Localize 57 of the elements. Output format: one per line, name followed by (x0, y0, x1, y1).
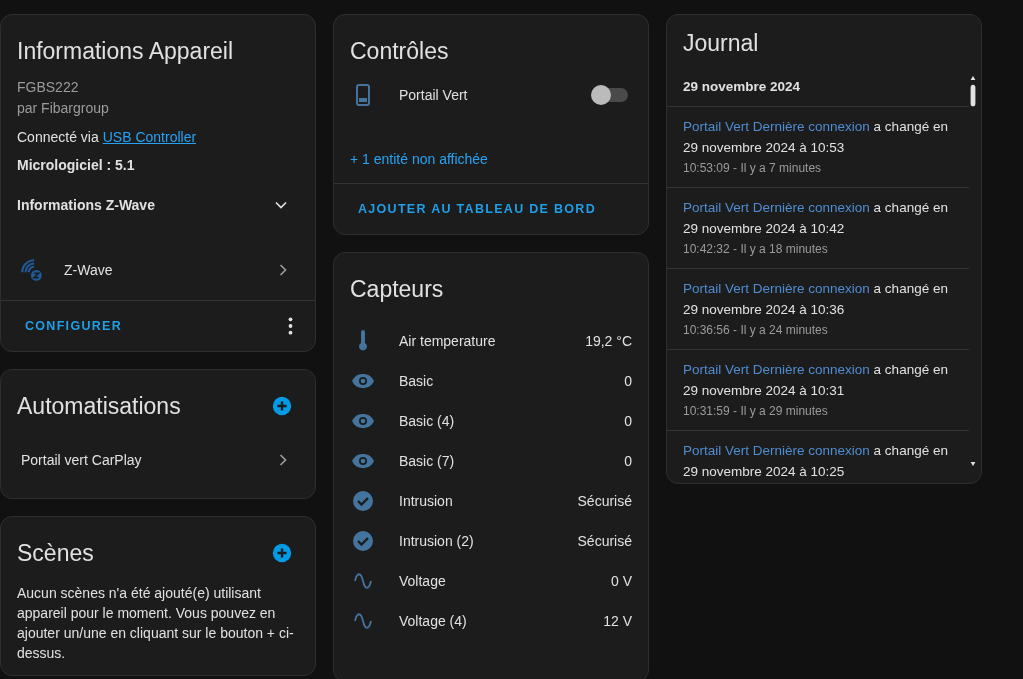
sensor-value: 19,2 °C (585, 333, 632, 349)
check-circle-icon (351, 489, 375, 513)
integration-item[interactable]: Z-Wave (1, 217, 315, 300)
card-title: Scènes (17, 539, 94, 568)
configure-button[interactable]: CONFIGURER (17, 311, 131, 341)
manufacturer-text: par Fibargroup (17, 99, 110, 118)
controller-link[interactable]: USB Controller (102, 129, 197, 145)
sensor-name: Basic (7) (399, 453, 456, 469)
sensor-value: 0 (624, 373, 632, 389)
entity-name: Portail Vert (399, 87, 469, 103)
dots-icon (288, 317, 293, 335)
journal-entry-text: Portail Vert Dernière connexion a changé en 29 novembre 2024 à 10:36 (683, 280, 949, 319)
entity-link[interactable]: Portail Vert Dernière connexion (683, 281, 870, 296)
sensor-name: Intrusion (2) (399, 533, 475, 549)
add-to-dashboard-button[interactable]: AJOUTER AU TABLEAU DE BORD (350, 194, 604, 224)
card-title: Informations Appareil (17, 37, 234, 66)
sensor-value: 0 (624, 453, 632, 469)
sensor-name: Voltage (399, 573, 447, 589)
date-header: 29 novembre 2024 (667, 69, 969, 107)
automation-item[interactable]: Portail vert CarPlay (1, 450, 315, 470)
sensor-name: Voltage (4) (399, 613, 468, 629)
hidden-entities-link[interactable]: + 1 entité non affichée (334, 113, 648, 183)
model-text: FGBS222 (17, 78, 80, 97)
sensor-value: 0 V (611, 573, 632, 589)
card-title: Automatisations (17, 392, 181, 421)
plus-icon (271, 395, 293, 417)
sensor-name: Basic (399, 373, 435, 389)
check-circle-icon (351, 529, 375, 553)
sensor-name: Air temperature (399, 333, 497, 349)
card-title: Capteurs (350, 275, 444, 304)
entry-time: 10:31:59 - Il y a 29 minutes (683, 403, 829, 420)
sensor-value: Sécurisé (577, 533, 632, 549)
sensor-value: Sécurisé (577, 493, 632, 509)
sensor-value: 0 (624, 413, 632, 429)
expander-header[interactable]: Informations Z-Wave (17, 193, 299, 217)
entity-link[interactable]: Portail Vert Dernière connexion (683, 443, 870, 458)
wireless-icon (19, 257, 45, 283)
entry-time: 10:42:32 - Il y a 18 minutes (683, 241, 829, 258)
entity-link[interactable]: Portail Vert Dernière connexion (683, 119, 870, 134)
card-title: Journal (683, 29, 759, 58)
toggle-switch[interactable] (592, 88, 628, 102)
entity-link[interactable]: Portail Vert Dernière connexion (683, 362, 870, 377)
empty-message: Aucun scènes n'a été ajouté(e) utilisant appareil pour le moment. Vous pouvez en ajouter un/une en cliquant sur le bouton + ci-dessus. (16, 584, 295, 663)
journal-entry-text: Portail Vert Dernière connexion a changé en 29 novembre 2024 à 10:53 (683, 118, 949, 157)
entity-link[interactable]: Portail Vert Dernière connexion (683, 200, 870, 215)
card-title: Contrôles (350, 37, 449, 66)
connected-label: Connecté via (17, 129, 99, 145)
sensor-value: 12 V (603, 613, 632, 629)
sensor-name: Basic (4) (399, 413, 456, 429)
sensor-name: Intrusion (399, 493, 454, 509)
entry-time: 10:36:56 - Il y a 24 minutes (683, 322, 829, 339)
journal-entry-text: Portail Vert Dernière connexion a changé en 29 novembre 2024 à 10:42 (683, 199, 949, 238)
plus-icon (271, 542, 293, 564)
entry-time: 10:53:09 - Il y a 7 minutes (683, 160, 823, 177)
journal-entry-text: Portail Vert Dernière connexion a changé en 29 novembre 2024 à 10:25 (683, 442, 949, 481)
journal-entry-text: Portail Vert Dernière connexion a changé en 29 novembre 2024 à 10:31 (683, 361, 949, 400)
firmware-text: Micrologiciel : 5.1 (17, 156, 136, 175)
